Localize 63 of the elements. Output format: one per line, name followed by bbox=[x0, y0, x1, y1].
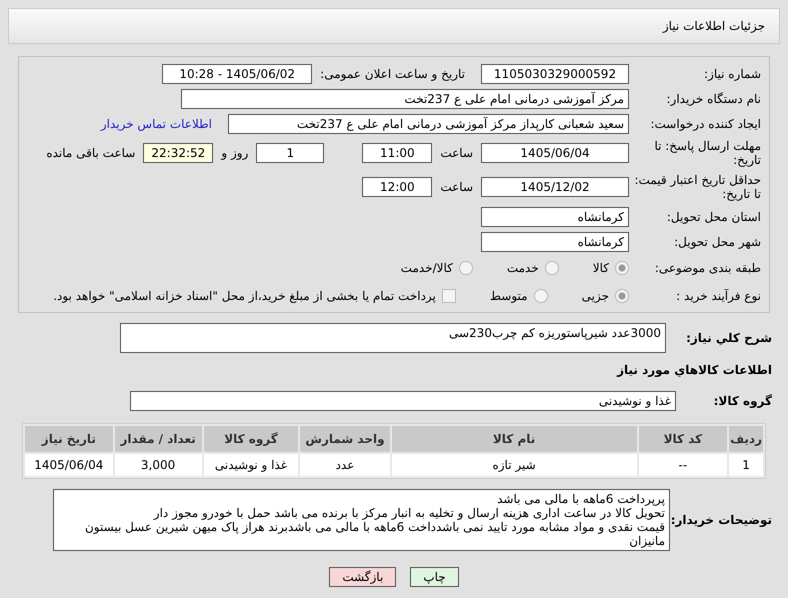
column-header: نام کالا bbox=[392, 426, 637, 452]
field-label: حداقل تاریخ اعتبار قیمت: تا تاریخ: bbox=[633, 173, 762, 201]
field-label: مهلت ارسال پاسخ: تا تاریخ: bbox=[653, 139, 762, 167]
field-label: تاریخ و ساعت اعلان عمومی: bbox=[320, 66, 465, 80]
radio-button[interactable] bbox=[615, 289, 629, 303]
back-button[interactable]: بازگشت bbox=[329, 567, 396, 587]
checkbox-label: پرداخت تمام یا بخشی از مبلغ خرید،از محل "اسناد خزانه اسلامی" خواهد بود. bbox=[53, 289, 436, 303]
contact-link[interactable]: اطلاعات تماس خریدار bbox=[100, 116, 212, 130]
table-cell: -- bbox=[638, 454, 728, 476]
field-label: شماره نیاز: bbox=[703, 66, 762, 80]
need-number-field: 1105030329000592 bbox=[481, 64, 629, 84]
column-header: ردیف bbox=[729, 426, 763, 452]
column-header: کد کالا bbox=[638, 426, 728, 452]
radio-button[interactable] bbox=[534, 289, 548, 303]
field-label: طبقه بندی موضوعی: bbox=[654, 261, 762, 275]
remaining-time-field: 22:32:52 bbox=[143, 143, 214, 163]
city-field: کرمانشاه bbox=[481, 232, 629, 252]
column-header: تعداد / مقدار bbox=[114, 426, 202, 452]
requester-field: سعید شعبانی کارپداز مرکز آموزشی درمانی امام علی ع 237تخت bbox=[228, 114, 629, 134]
field-label: ایجاد کننده درخواست: bbox=[649, 116, 762, 130]
time-label: ساعت bbox=[440, 180, 473, 194]
radio-button[interactable] bbox=[615, 261, 629, 275]
checkbox[interactable] bbox=[442, 289, 456, 303]
column-header: گروه کالا bbox=[204, 426, 298, 452]
page-title: جزئیات اطلاعات نیاز bbox=[8, 8, 780, 44]
field-label: استان محل تحویل: bbox=[666, 210, 762, 224]
table-cell: 1405/06/04 bbox=[25, 454, 113, 476]
table-cell: عدد bbox=[300, 454, 390, 476]
print-button[interactable]: چاپ bbox=[410, 567, 459, 587]
field-label: نوع فرآیند خرید : bbox=[675, 289, 762, 303]
announce-date-field: 1405/06/02 - 10:28 bbox=[162, 64, 312, 84]
validity-time-field: 12:00 bbox=[362, 177, 432, 197]
goods-group-field: غذا و نوشیدنی bbox=[130, 390, 676, 410]
column-header: واحد شمارش bbox=[300, 426, 390, 452]
section-title: اطلاعات کالاهاي مورد نیاز bbox=[616, 362, 773, 376]
radio-label: متوسط bbox=[490, 289, 528, 303]
validity-date-field: 1405/12/02 bbox=[481, 177, 629, 197]
table-cell: غذا و نوشیدنی bbox=[204, 454, 298, 476]
deadline-time-field: 11:00 bbox=[362, 143, 432, 163]
buyer-org-field: مرکز آموزشی درمانی امام علی ع 237تخت bbox=[181, 88, 629, 108]
radio-label: خدمت bbox=[506, 261, 539, 275]
table-cell: 1 bbox=[729, 454, 763, 476]
column-header: تاریخ نیاز bbox=[25, 426, 113, 452]
days-field: 1 bbox=[256, 143, 324, 163]
field-label: گروه کالا: bbox=[712, 394, 773, 408]
province-field: کرمانشاه bbox=[481, 206, 629, 226]
field-label: شرح کلي نیاز: bbox=[685, 331, 773, 345]
time-label: ساعت bbox=[440, 146, 473, 160]
table-cell: 3,000 bbox=[114, 454, 202, 476]
days-label: روز و bbox=[221, 146, 248, 160]
description-field: 3000عدد شیرپاستوریزه کم چرب230سی bbox=[120, 323, 666, 353]
table-cell: شیر تازه bbox=[392, 454, 637, 476]
radio-button[interactable] bbox=[458, 261, 473, 275]
radio-label: کالا bbox=[592, 261, 609, 275]
buyer-notes-field: پرپرداخت 6ماهه با مالی می باشد تحویل کالا در ساعت اداری هزینه ارسال و تخلیه به انبار مرکز با برنده می باشد حمل با خودرو مجوز دار قیمت نقدی و مواد مشابه مورد تایید نمی باشدداخت 6ماهه با مالی می باشدبرند هراز پاک میهن شیرین عسل بیستون مانیزان bbox=[53, 489, 670, 551]
remaining-label: ساعت باقی مانده bbox=[46, 146, 136, 160]
radio-label: کالا/خدمت bbox=[400, 261, 453, 275]
field-label: شهر محل تحویل: bbox=[673, 234, 762, 248]
radio-button[interactable] bbox=[544, 261, 559, 275]
deadline-date-field: 1405/06/04 bbox=[481, 143, 629, 163]
field-label: توضیحات خریدار: bbox=[670, 513, 773, 527]
field-label: نام دستگاه خریدار: bbox=[666, 92, 762, 106]
radio-label: جزیی bbox=[582, 289, 609, 303]
